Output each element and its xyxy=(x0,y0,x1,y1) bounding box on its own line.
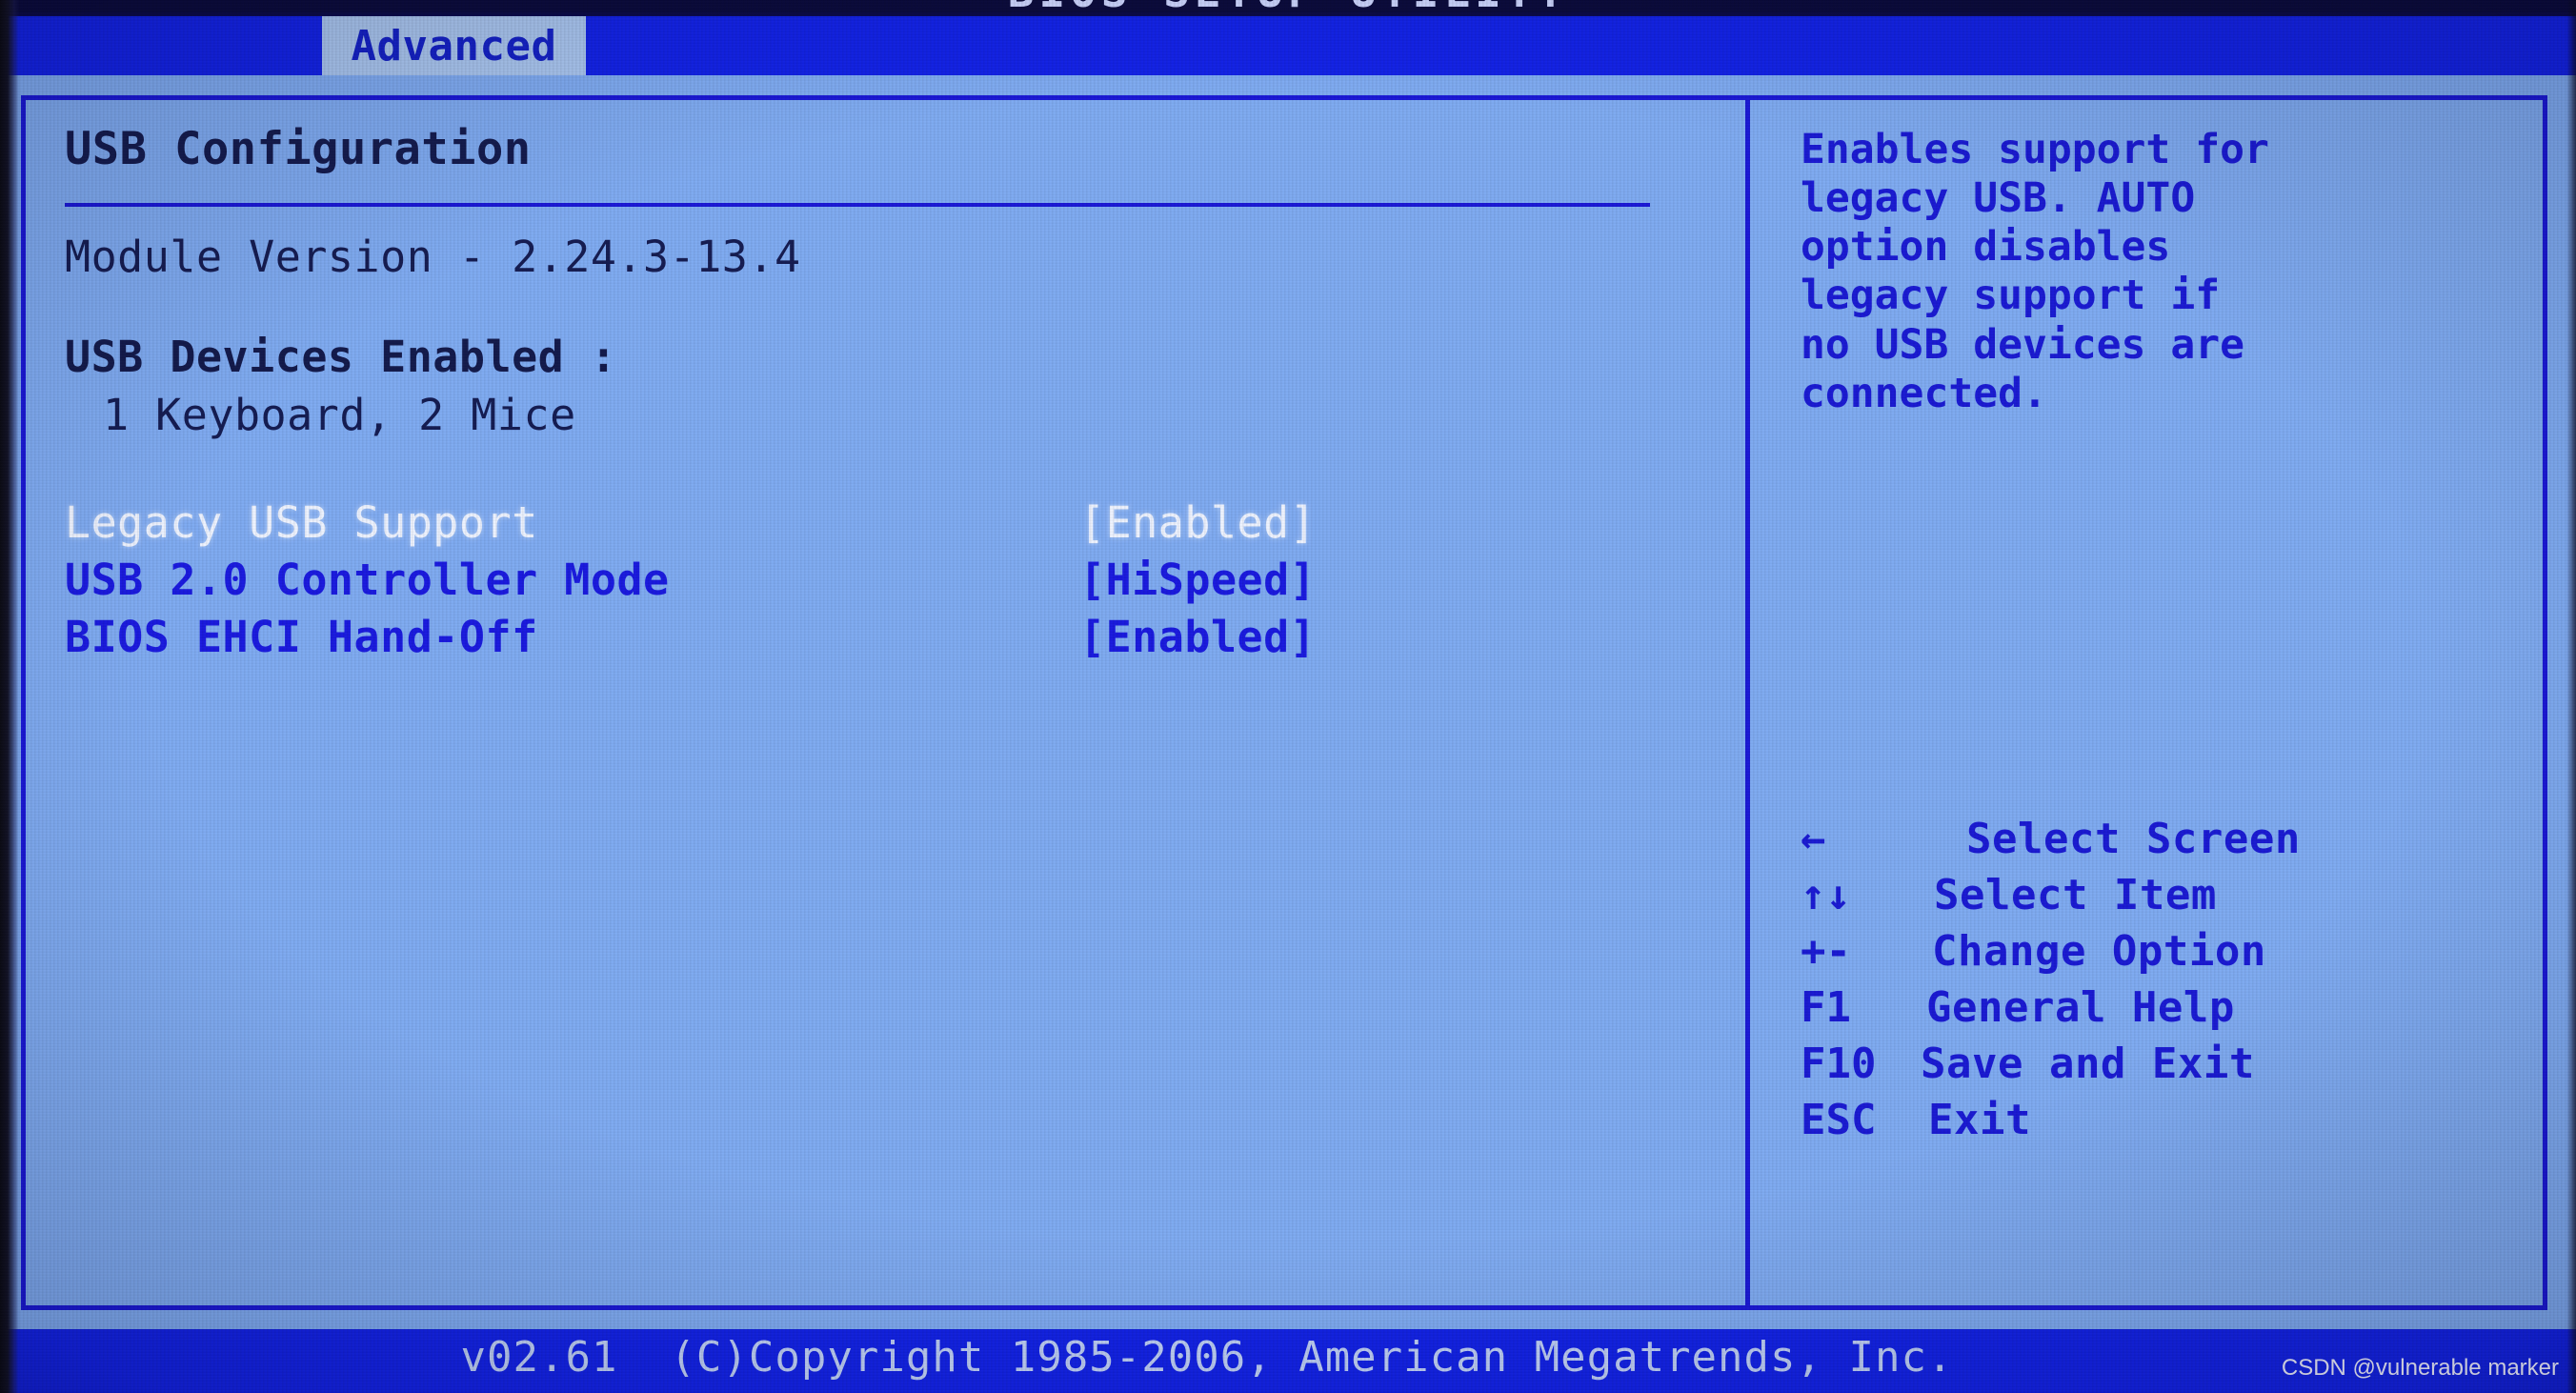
help-line: connected. xyxy=(1801,369,2047,417)
f10-key-label: F10 xyxy=(1801,1040,1877,1088)
main-panel: USB Configuration Module Version - 2.24.… xyxy=(65,126,1722,669)
setting-value[interactable]: [HiSpeed] xyxy=(1079,555,1316,605)
usb-devices-enabled-label: USB Devices Enabled : xyxy=(65,332,617,383)
page-title: USB Configuration xyxy=(65,123,532,175)
title-separator xyxy=(65,203,1650,208)
setting-label: Legacy USB Support xyxy=(65,497,538,549)
left-arrow-icon: ← xyxy=(1801,815,1826,863)
monitor-bezel-left xyxy=(0,0,19,1393)
tab-advanced[interactable]: Advanced xyxy=(322,16,586,75)
copyright-text: v02.61 (C)Copyright 1985-2006, American … xyxy=(460,1333,1954,1382)
usb-devices-enabled-value: 1 Keyboard, 2 Mice xyxy=(103,390,576,441)
help-line: option disables xyxy=(1801,223,2171,272)
key-legend-row-exit: ESC Exit xyxy=(1801,1096,2506,1152)
setting-row-usb-2-0-controller-mode[interactable]: USB 2.0 Controller Mode [HiSpeed] xyxy=(65,555,1722,612)
key-legend-label: Save and Exit xyxy=(1921,1040,2255,1088)
key-legend-row-select-screen: ← Select Screen xyxy=(1801,815,2506,871)
key-legend-row-general-help: F1 General Help xyxy=(1801,983,2506,1040)
key-legend-row-select-item: ↑↓ Select Item xyxy=(1801,871,2506,927)
title-band: BIOS SETUP UTILITY xyxy=(0,0,2576,16)
setting-row-bios-ehci-hand-off[interactable]: BIOS EHCI Hand-Off [Enabled] xyxy=(65,612,1722,669)
key-legend-label: Select Screen xyxy=(1966,815,2301,863)
plus-minus-icon: +- xyxy=(1801,927,1851,976)
key-legend: ← Select Screen ↑↓ Select Item +- Change… xyxy=(1801,815,2506,1152)
setting-value[interactable]: [Enabled] xyxy=(1079,612,1316,662)
setting-label: USB 2.0 Controller Mode xyxy=(65,555,670,606)
f1-key-label: F1 xyxy=(1801,983,1851,1032)
key-legend-label: Change Option xyxy=(1932,927,2266,976)
footer-bar: v02.61 (C)Copyright 1985-2006, American … xyxy=(0,1329,2576,1393)
settings-list: Legacy USB Support [Enabled] USB 2.0 Con… xyxy=(65,497,1722,669)
help-line: Enables support for xyxy=(1801,126,2269,173)
esc-key-label: ESC xyxy=(1801,1096,1877,1144)
up-down-arrow-icon: ↑↓ xyxy=(1801,871,1851,919)
key-legend-row-change-option: +- Change Option xyxy=(1801,927,2506,983)
tab-bar: Advanced xyxy=(0,16,2576,75)
key-legend-label: Select Item xyxy=(1934,871,2217,919)
panel-divider xyxy=(1745,95,1750,1310)
help-panel: Enables support for legacy USB. AUTO opt… xyxy=(1801,126,2506,418)
setting-row-legacy-usb-support[interactable]: Legacy USB Support [Enabled] xyxy=(65,497,1722,555)
key-legend-label: Exit xyxy=(1928,1096,2031,1144)
setting-label: BIOS EHCI Hand-Off xyxy=(65,612,538,663)
setting-value[interactable]: [Enabled] xyxy=(1079,497,1316,548)
bios-setup-screen: BIOS SETUP UTILITY Advanced USB Configur… xyxy=(0,0,2576,1393)
monitor-bezel-right xyxy=(2566,0,2576,1393)
watermark-label: CSDN @vulnerable marker xyxy=(2281,1355,2559,1381)
key-legend-label: General Help xyxy=(1926,983,2235,1032)
key-legend-row-save-and-exit: F10 Save and Exit xyxy=(1801,1040,2506,1096)
help-line: no USB devices are xyxy=(1801,320,2244,369)
module-version-text: Module Version - 2.24.3-13.4 xyxy=(65,232,801,283)
help-line: legacy support if xyxy=(1801,272,2221,320)
help-line: legacy USB. AUTO xyxy=(1801,174,2196,223)
